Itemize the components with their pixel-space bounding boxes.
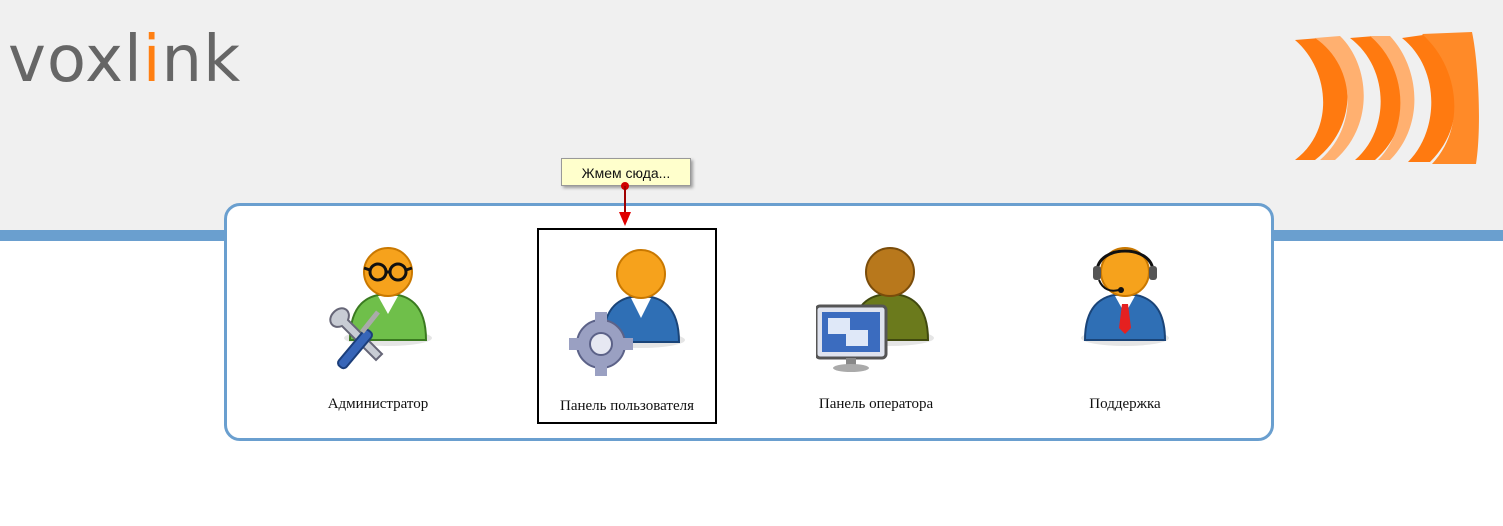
orange-wave-arcs-icon [1295, 32, 1479, 164]
logo-text-start: voxl [8, 23, 143, 97]
role-administrator[interactable]: Администратор [288, 228, 468, 424]
role-label: Администратор [327, 396, 429, 412]
role-user-panel[interactable]: Панель пользователя [537, 228, 717, 424]
logo-text-end: nk [161, 23, 242, 97]
admin-tools-person-icon [329, 247, 432, 370]
red-arrow-pointer-icon [619, 182, 631, 226]
logo-text-accent: i [142, 23, 162, 97]
role-support[interactable]: Поддержка [1035, 228, 1215, 424]
user-gear-person-icon [569, 249, 685, 376]
role-label: Поддержка [1089, 396, 1161, 412]
voxlink-logo[interactable]: voxlink [8, 28, 241, 92]
role-operator-panel[interactable]: Панель оператора [786, 228, 966, 424]
operator-monitor-person-icon [816, 247, 934, 372]
role-label: Панель оператора [818, 396, 934, 412]
role-label: Панель пользователя [560, 398, 694, 414]
support-headset-person-icon [1081, 247, 1169, 346]
